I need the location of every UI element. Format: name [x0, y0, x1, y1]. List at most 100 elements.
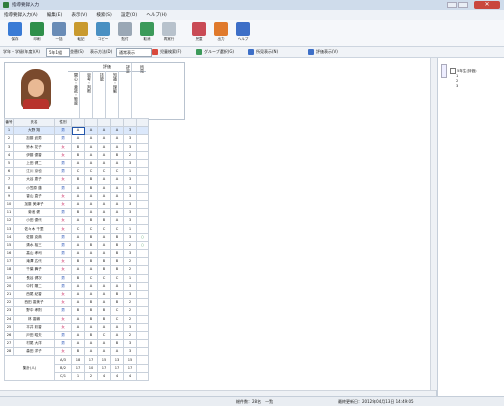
grade-cell[interactable]: 3	[123, 199, 137, 210]
grade-cell[interactable]: A	[84, 281, 98, 291]
student-name[interactable]: 伊藤 優香	[13, 150, 55, 160]
grade-cell[interactable]: A	[71, 134, 85, 144]
table-row[interactable]: 7 大谷 恵子女 B B A A 3	[4, 175, 149, 185]
findings-cell[interactable]	[136, 248, 149, 259]
grade-cell[interactable]: A	[84, 134, 98, 144]
grade-cell[interactable]: B	[97, 265, 111, 275]
grade-cell[interactable]: A	[97, 339, 111, 349]
table-row[interactable]: 12 小田 優代女 A B B A 3	[4, 216, 149, 226]
grade-cell[interactable]: B	[84, 330, 98, 341]
grade-cell[interactable]: 3	[123, 281, 137, 291]
grade-cell[interactable]: A	[97, 208, 111, 218]
grade-cell[interactable]: A	[110, 208, 124, 218]
grade-cell[interactable]: A	[97, 347, 111, 357]
grade-cell[interactable]: A	[110, 191, 124, 201]
student-name[interactable]: 香山 直子	[13, 191, 55, 201]
grade-cell[interactable]: A	[110, 322, 124, 332]
student-name[interactable]: 小笠原 蓮	[13, 183, 55, 193]
grade-cell[interactable]: A	[71, 126, 85, 136]
table-row[interactable]: 28 森田 洋子女 B A A A 3	[4, 347, 149, 357]
grade-cell[interactable]: A	[110, 199, 124, 210]
grade-cell[interactable]: A	[71, 314, 85, 324]
findings-cell[interactable]	[136, 347, 149, 357]
grade-cell[interactable]: B	[84, 306, 98, 316]
grade-cell[interactable]: 2	[123, 150, 137, 160]
grade-cell[interactable]: A	[71, 322, 85, 332]
findings-cell[interactable]: ○	[136, 240, 149, 251]
vertical-scrollbar[interactable]	[430, 58, 437, 390]
table-row[interactable]: 1 大野 翔男AAAA3	[4, 126, 149, 136]
findings-cell[interactable]	[136, 298, 149, 308]
grade-cell[interactable]: 3	[123, 248, 137, 259]
findings-button[interactable]: 所見表示(N)	[248, 49, 278, 55]
grade-cell[interactable]: B	[97, 216, 111, 226]
grade-cell[interactable]: 3	[123, 134, 137, 144]
grade-cell[interactable]: 3	[123, 339, 137, 349]
grade-cell[interactable]: A	[84, 199, 98, 210]
grade-cell[interactable]: A	[110, 330, 124, 341]
menu-help[interactable]: ヘルプ(H)	[142, 10, 170, 20]
grade-cell[interactable]: A	[71, 216, 85, 226]
table-row[interactable]: 8 小笠原 蓮男ABAA3	[4, 183, 149, 193]
grade-cell[interactable]: A	[97, 289, 111, 300]
findings-cell[interactable]	[136, 265, 149, 275]
findings-cell[interactable]	[136, 306, 149, 316]
student-name[interactable]: 滝澤 広代	[13, 257, 55, 267]
grade-cell[interactable]: 2	[123, 298, 137, 308]
toolbar-button-paste[interactable]: 貼付	[114, 22, 136, 44]
grade-cell[interactable]: A	[84, 265, 98, 275]
grade-cell[interactable]: B	[84, 183, 98, 193]
grade-cell[interactable]: C	[84, 224, 98, 234]
group-select-button[interactable]: グループ選択(G)	[196, 49, 234, 55]
grade-cell[interactable]: A	[71, 240, 85, 251]
findings-cell[interactable]	[136, 126, 149, 136]
display-select[interactable]: 通常表示	[116, 48, 152, 57]
student-name[interactable]: 野中 孝則	[13, 306, 55, 316]
grade-cell[interactable]: A	[84, 126, 98, 136]
table-row[interactable]: 18 千葉 舞子女 A A B B 2	[4, 265, 149, 275]
grade-cell[interactable]: A	[71, 330, 85, 341]
grade-cell[interactable]: A	[97, 240, 111, 251]
table-row[interactable]: 4 伊藤 優香女 B A A B 2	[4, 150, 149, 160]
student-name[interactable]: 加藤 武男	[13, 134, 55, 144]
menu-search[interactable]: 検索(S)	[92, 10, 115, 20]
grade-cell[interactable]: A	[110, 142, 124, 152]
grade-cell[interactable]: C	[110, 306, 124, 316]
table-row[interactable]: 23 野中 孝則男 B B B C 2	[4, 306, 149, 316]
grade-cell[interactable]: A	[71, 199, 85, 210]
toolbar-button-student[interactable]: 児童	[188, 22, 210, 44]
menu-settings[interactable]: 設定(O)	[117, 10, 141, 20]
grade-cell[interactable]: A	[71, 232, 85, 242]
grade-cell[interactable]: 3	[123, 126, 137, 136]
grade-cell[interactable]: A	[71, 248, 85, 259]
evaluation-button[interactable]: 評価表示(V)	[308, 49, 338, 55]
student-name[interactable]: 千葉 舞子	[13, 265, 55, 275]
table-row[interactable]: 9 香山 直子女 A A A A 3	[4, 191, 149, 201]
grade-cell[interactable]: A	[110, 134, 124, 144]
toolbar-button-save[interactable]: 保存	[4, 22, 26, 44]
menu-edit[interactable]: 編集(E)	[43, 10, 66, 20]
grade-cell[interactable]: A	[110, 183, 124, 193]
grade-cell[interactable]: C	[97, 330, 111, 341]
findings-cell[interactable]	[136, 142, 149, 152]
table-row[interactable]: 27 村尾 大洋男 A A A B 3	[4, 339, 149, 349]
findings-cell[interactable]	[136, 339, 149, 349]
grade-cell[interactable]: A	[84, 248, 98, 259]
grade-cell[interactable]: A	[110, 281, 124, 291]
grade-cell[interactable]: A	[71, 158, 85, 169]
findings-cell[interactable]	[136, 175, 149, 185]
findings-cell[interactable]	[136, 208, 149, 218]
grade-cell[interactable]: B	[71, 257, 85, 267]
grade-cell[interactable]: A	[84, 158, 98, 169]
grade-cell[interactable]: A	[110, 158, 124, 169]
findings-cell[interactable]	[136, 216, 149, 226]
grade-cell[interactable]: A	[97, 150, 111, 160]
table-row[interactable]: 11 菊池 健男BAAA3	[4, 208, 149, 218]
grade-cell[interactable]: 3	[123, 232, 137, 242]
findings-cell[interactable]	[136, 191, 149, 201]
student-name[interactable]: 小田 優代	[13, 216, 55, 226]
grade-cell[interactable]: A	[110, 347, 124, 357]
student-name[interactable]: 大谷 恵子	[13, 175, 55, 185]
table-row[interactable]: 17 滝澤 広代女 B B B B 2	[4, 257, 149, 267]
menu-file[interactable]: 指導要録入力(A)	[0, 10, 42, 20]
